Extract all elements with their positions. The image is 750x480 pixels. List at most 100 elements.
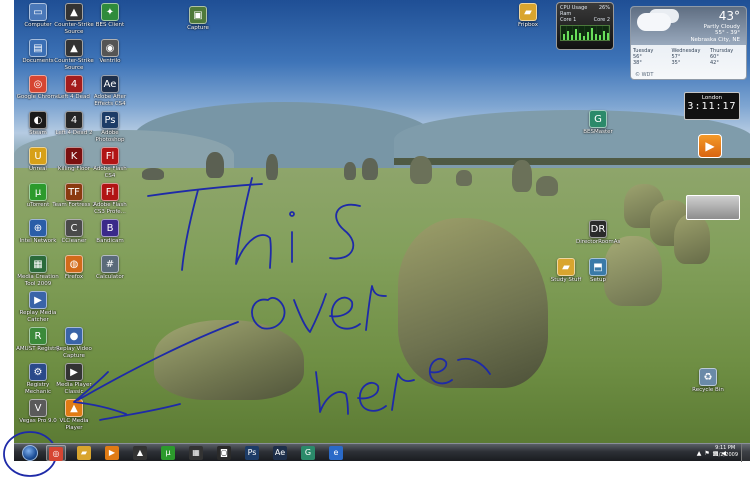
desktop-shortcut-label: BESMaster (583, 129, 613, 135)
taskbar-button-bes[interactable]: G (298, 445, 318, 461)
desktop-shortcut-label: Replay Media Catcher (19, 310, 57, 323)
vlc-icon: ▲ (65, 399, 83, 417)
weather-gadget[interactable]: 43° Partly Cloudy 55° - 39° Nebraska Cit… (630, 6, 747, 80)
forecast-low: 38° (633, 60, 642, 66)
standing-stone (536, 176, 558, 196)
desktop-shortcut[interactable]: ▣ Capture (176, 6, 220, 32)
desktop-shortcut[interactable]: ♻ Recycle Bin (686, 368, 730, 394)
registry-mechanic-icon: ⚙ (29, 363, 47, 381)
taskbar-button-ie[interactable]: e (326, 445, 346, 461)
bandicam-icon: B (101, 219, 119, 237)
taskbar-date: 11/2/2009 (712, 452, 738, 458)
weather-temperature: 43° (718, 9, 740, 23)
desktop-shortcut[interactable]: ● Replay Video Capture (52, 327, 96, 359)
desktop-shortcut[interactable]: DRDirectorRoomAssets (576, 220, 620, 246)
forecast-low: 42° (710, 60, 719, 66)
registry-icon: R (29, 327, 47, 345)
taskbar-button-xbox[interactable]: ◙ (214, 445, 234, 461)
cpu-meter-gadget[interactable]: CPU Usage 26% Ram Core 1 Core 2 (556, 2, 614, 50)
chrome-icon: ◎ (49, 447, 63, 461)
folder-icon: ▰ (557, 258, 575, 276)
flash-icon: Fl (101, 183, 119, 201)
desktop-shortcut[interactable]: G BESMaster (576, 110, 620, 136)
tray-expand-icon[interactable]: ▲ (697, 450, 702, 457)
desktop-shortcut[interactable]: Ps Adobe Photoshop (88, 111, 132, 143)
play-icon: ▶ (705, 139, 715, 153)
l4d2-icon: 4 (65, 111, 83, 129)
desktop-shortcut[interactable]: ◉ Ventrilo (88, 39, 132, 65)
bes-master-icon: G (589, 110, 607, 128)
photoshop-icon: Ps (245, 446, 259, 460)
taskbar-button-explorer[interactable]: ▰ (74, 445, 94, 461)
forecast-day: Thursday 60° 42° (710, 48, 746, 66)
standing-stone (410, 156, 432, 184)
film-icon: ▦ (189, 446, 203, 460)
forecast-low: 35° (671, 60, 681, 66)
desktop-shortcut-label: DirectorRoomAssets (576, 239, 620, 245)
desktop-shortcut[interactable]: Fl Adobe Flash CS3 Profe... (88, 183, 132, 215)
folder-icon: ▰ (519, 3, 537, 21)
taskbar-button-after-effects[interactable]: Ae (270, 445, 290, 461)
taskbar-button-movie-maker[interactable]: ▦ (186, 445, 206, 461)
desktop-shortcut[interactable]: ✦ BES Client (88, 3, 132, 29)
game-icon: ▲ (133, 446, 147, 460)
firefox-icon: ◍ (65, 255, 83, 273)
clock-gadget[interactable]: London 3:11:17 (684, 92, 740, 120)
tray-flag-icon[interactable]: ⚑ (704, 450, 709, 457)
ventrilo-icon: ◉ (101, 39, 119, 57)
taskbar-button-photoshop[interactable]: Ps (242, 445, 262, 461)
calculator-icon: # (101, 255, 119, 273)
forecast-day: Tuesday 56° 38° (633, 48, 669, 66)
clock-time: 3:11:17 (687, 101, 737, 112)
desktop-shortcut[interactable]: ⬒ Setup (576, 258, 620, 284)
desktop-shortcut[interactable]: # Calculator (88, 255, 132, 281)
desktop-shortcut-label: Adobe Flash CS4 (93, 166, 127, 179)
standing-stone (512, 160, 532, 192)
utorrent-icon: µ (29, 183, 47, 201)
desktop-shortcut-label: Setup (589, 277, 606, 283)
cpu-gadget-core2-label: Core 2 (593, 17, 610, 23)
capture-icon: ▣ (189, 6, 207, 24)
ccleaner-icon: C (65, 219, 83, 237)
standing-stone (456, 170, 472, 186)
show-desktop-button[interactable] (741, 444, 750, 462)
browser-icon: e (329, 446, 343, 460)
mpc-icon: ▶ (65, 363, 83, 381)
taskbar-button-media-player[interactable]: ▶ (102, 445, 122, 461)
taskbar-button-chrome[interactable]: ◎ (46, 445, 66, 461)
desktop-shortcut[interactable]: Ae Adobe After Effects CS4 (88, 75, 132, 107)
game-icon: ▲ (65, 3, 83, 21)
desktop-shortcut-label: Adobe After Effects CS4 (93, 94, 127, 107)
desktop-shortcut-label: Adobe Flash CS3 Profe... (93, 202, 127, 215)
bes-master-icon: G (301, 446, 315, 460)
slideshow-gadget[interactable] (686, 195, 740, 220)
desktop-shortcut-label: Replay Video Capture (56, 346, 92, 359)
l4d-icon: 4 (65, 75, 83, 93)
bes-icon: ✦ (101, 3, 119, 21)
desktop-shortcut[interactable]: ▲ VLC Media Player (52, 399, 96, 431)
after-effects-icon: Ae (101, 75, 119, 93)
standing-stone (362, 158, 378, 180)
desktop-shortcut[interactable]: B Bandicam (88, 219, 132, 245)
desktop-shortcut-label: Recycle Bin (692, 387, 724, 393)
weather-forecast: Tuesday 56° 38° Wednesday 57° 35° Thursday 60… (633, 48, 746, 66)
desktop-shortcut[interactable]: ▶ Replay Media Catcher (16, 291, 60, 323)
desktop-shortcut[interactable]: ▶ Media Player Classic (52, 363, 96, 395)
weather-range: 55° - 39° (715, 30, 740, 36)
network-icon: ⊕ (29, 219, 47, 237)
weather-condition: Partly Cloudy 55° - 39° (704, 24, 740, 36)
documents-icon: ▤ (29, 39, 47, 57)
desktop-shortcut[interactable]: Fl Adobe Flash CS4 (88, 147, 132, 179)
weather-source: © WDT (635, 72, 654, 78)
setup-icon: ⬒ (589, 258, 607, 276)
desktop-shortcut[interactable]: ▰ Fripbox (506, 3, 550, 29)
media-center-gadget[interactable]: ▶ (698, 134, 722, 158)
taskbar-button-utorrent[interactable]: µ (158, 445, 178, 461)
forecast-day: Wednesday 57° 35° (672, 48, 708, 66)
taskbar-button-counter-strike[interactable]: ▲ (130, 445, 150, 461)
start-button[interactable] (22, 445, 38, 461)
after-effects-icon: Ae (273, 446, 287, 460)
controller-icon: ◙ (217, 446, 231, 460)
taskbar-clock[interactable]: 9:11 PM 11/2/2009 (712, 445, 738, 459)
recycle-bin-icon: ♻ (699, 368, 717, 386)
